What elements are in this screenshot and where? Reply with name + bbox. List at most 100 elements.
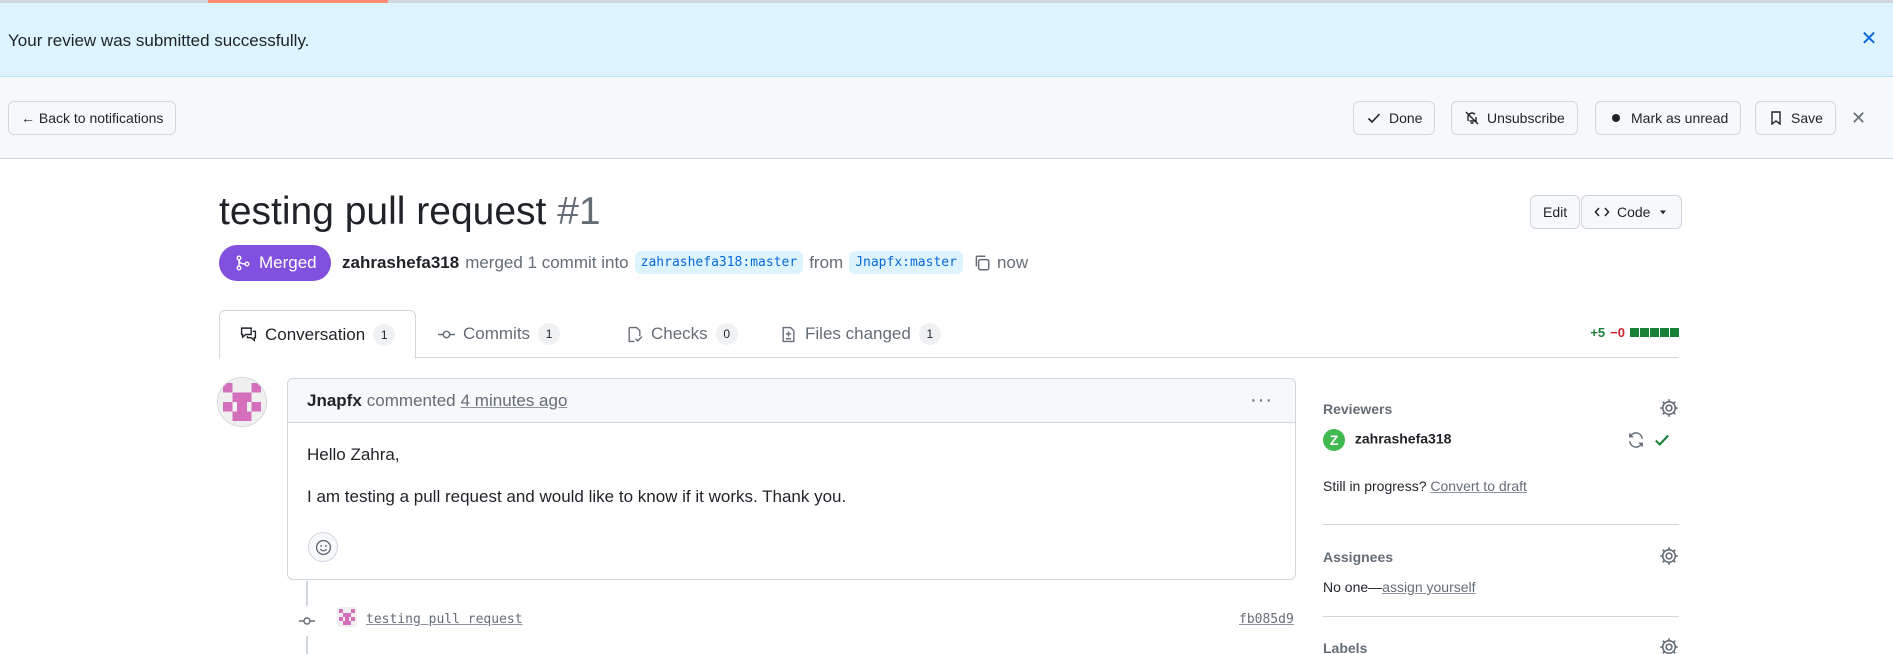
tab-files-changed[interactable]: Files changed 1 <box>760 310 961 358</box>
draft-prompt: Still in progress? <box>1323 478 1427 494</box>
commit-author-avatar[interactable] <box>337 607 357 627</box>
tab-files-changed-label: Files changed <box>805 324 911 343</box>
merged-state-label: Merged <box>259 253 317 272</box>
assign-yourself-link[interactable]: assign yourself <box>1382 579 1475 595</box>
pr-time: now <box>996 252 1029 272</box>
unsubscribe-button[interactable]: Unsubscribe <box>1451 101 1578 135</box>
assignees-row: No one—assign yourself <box>1323 579 1679 595</box>
pr-meta: zahrashefa318 merged 1 commit into zahra… <box>342 251 1028 274</box>
gear-icon[interactable] <box>1659 546 1679 566</box>
code-label: Code <box>1617 204 1651 220</box>
comment-discussion-icon <box>240 327 257 342</box>
back-to-notifications-button[interactable]: ← Back to notifications <box>8 101 177 135</box>
commit-message-link[interactable]: testing pull request <box>366 612 523 627</box>
flash-close-icon[interactable]: ✕ <box>1859 28 1879 50</box>
head-branch[interactable]: Jnapfx:master <box>849 251 963 274</box>
commit-sha-link[interactable]: fb085d9 <box>1239 612 1294 627</box>
edit-label: Edit <box>1543 204 1568 220</box>
reviewer-name[interactable]: zahrashefa318 <box>1355 431 1452 447</box>
file-diff-icon <box>782 326 795 342</box>
add-reaction-button[interactable] <box>308 532 338 562</box>
gear-icon[interactable] <box>1659 637 1679 654</box>
identicon-image <box>218 378 266 426</box>
git-commit-icon <box>438 330 455 338</box>
gear-icon[interactable] <box>1659 398 1679 418</box>
tab-commits-label: Commits <box>463 324 531 343</box>
tab-commits[interactable]: Commits 1 <box>418 310 580 358</box>
smiley-icon <box>315 539 331 555</box>
back-to-notifications-label: ← Back to notifications <box>21 110 164 126</box>
notification-close-icon[interactable]: ✕ <box>1851 108 1866 129</box>
merged-state-badge: Merged <box>219 245 331 281</box>
tab-checks-count: 0 <box>715 323 738 345</box>
comment-box: Jnapfx commented 4 minutes ago ··· Hello… <box>287 378 1296 580</box>
notifications-bar: ← Back to notifications Done Unsubscribe… <box>0 77 1893 159</box>
git-commit-icon <box>292 606 322 636</box>
diffstat-blocks <box>1630 328 1679 337</box>
pr-author-link[interactable]: zahrashefa318 <box>342 253 459 273</box>
bell-slash-icon <box>1465 111 1479 125</box>
flash-banner: Your review was submitted successfully. … <box>0 3 1893 77</box>
mark-as-unread-button[interactable]: Mark as unread <box>1595 101 1742 135</box>
done-button[interactable]: Done <box>1353 101 1436 135</box>
page-title: testing pull request #1 <box>219 190 601 234</box>
assignees-heading[interactable]: Assignees <box>1323 549 1393 565</box>
diffstat-additions: +5 <box>1590 325 1606 340</box>
comment-menu-icon[interactable]: ··· <box>1250 389 1273 412</box>
commenter-avatar[interactable] <box>218 378 266 426</box>
comment-verb: commented <box>366 390 456 410</box>
tab-checks[interactable]: Checks 0 <box>606 310 758 358</box>
reviewer-row: Z zahrashefa318 <box>1323 429 1679 451</box>
save-button[interactable]: Save <box>1755 101 1836 135</box>
save-label: Save <box>1791 110 1823 126</box>
comment-line: I am testing a pull request and would li… <box>307 487 847 506</box>
pr-action-text: merged 1 commit into <box>465 252 629 272</box>
pr-number: #1 <box>557 190 601 233</box>
diffstat-deletions: −0 <box>1610 325 1625 340</box>
reviewers-section: Reviewers <box>1323 398 1679 418</box>
diffstat: +5 −0 <box>1590 325 1679 340</box>
convert-to-draft-link[interactable]: Convert to draft <box>1430 478 1527 494</box>
tab-conversation-label: Conversation <box>265 324 366 344</box>
from-text: from <box>809 252 844 272</box>
pr-tabs: Conversation 1 Commits 1 Checks 0 Files … <box>219 310 1679 359</box>
reviewer-avatar[interactable]: Z <box>1323 429 1345 451</box>
labels-heading[interactable]: Labels <box>1323 640 1367 654</box>
re-request-review-icon[interactable] <box>1627 431 1645 449</box>
git-merge-icon <box>236 255 250 271</box>
comment-header: Jnapfx commented 4 minutes ago <box>288 379 1295 423</box>
identicon-image <box>337 607 357 627</box>
caret-down-icon <box>1660 210 1667 215</box>
comment-timestamp-link[interactable]: 4 minutes ago <box>461 391 568 411</box>
check-icon <box>1367 113 1381 124</box>
mark-as-unread-label: Mark as unread <box>1631 110 1729 126</box>
copy-icon[interactable] <box>973 254 991 272</box>
flash-message: Your review was submitted successfully. <box>8 31 310 50</box>
comment-line: Hello Zahra, <box>307 445 400 464</box>
assignees-section: Assignees <box>1323 546 1679 566</box>
labels-section: Labels <box>1323 637 1679 654</box>
reviewers-heading[interactable]: Reviewers <box>1323 401 1392 417</box>
checklist-icon <box>628 326 643 342</box>
sidebar-divider <box>1323 616 1679 617</box>
unsubscribe-label: Unsubscribe <box>1487 110 1565 126</box>
tab-conversation[interactable]: Conversation 1 <box>219 310 417 359</box>
code-button[interactable]: Code <box>1581 195 1683 229</box>
code-icon <box>1594 207 1610 217</box>
sidebar-divider <box>1323 524 1679 525</box>
draft-row: Still in progress? Convert to draft <box>1323 478 1679 494</box>
tab-files-changed-count: 1 <box>918 323 941 345</box>
comment-body: Hello Zahra, I am testing a pull request… <box>288 423 1295 507</box>
comment-author-link[interactable]: Jnapfx <box>307 391 362 411</box>
pr-title: testing pull request <box>219 190 547 233</box>
bookmark-icon <box>1771 111 1781 126</box>
tab-checks-label: Checks <box>651 324 708 343</box>
no-assignees-text: No one— <box>1323 579 1383 595</box>
edit-button[interactable]: Edit <box>1530 195 1581 229</box>
dot-icon <box>1612 114 1620 122</box>
tab-conversation-count: 1 <box>373 323 396 346</box>
approved-check-icon <box>1655 434 1669 446</box>
done-label: Done <box>1389 110 1423 126</box>
base-branch[interactable]: zahrashefa318:master <box>634 251 804 274</box>
tab-commits-count: 1 <box>538 323 561 345</box>
